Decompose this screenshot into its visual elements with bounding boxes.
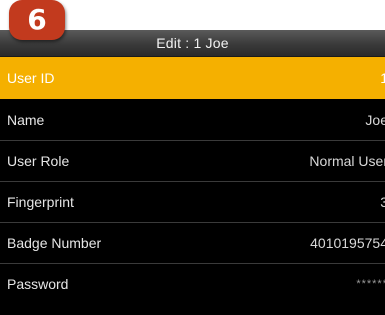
badge-number-label: Badge Number — [7, 234, 102, 251]
list-item-badge-number[interactable]: Badge Number 4010195754 — [0, 222, 385, 263]
list-item-user-id[interactable]: User ID 1 — [0, 57, 385, 99]
list-item-fingerprint[interactable]: Fingerprint 3 — [0, 181, 385, 222]
user-edit-list: User ID 1 Name Joe User Role Normal User… — [0, 57, 385, 304]
fingerprint-label: Fingerprint — [7, 193, 74, 210]
badge-number-value: 4010195754 — [310, 234, 385, 251]
user-id-label: User ID — [7, 70, 55, 86]
step-number: 6 — [27, 3, 47, 36]
fingerprint-value: 3 — [380, 193, 385, 210]
device-screen: Edit : 1 Joe User ID 1 Name Joe User Rol… — [0, 30, 385, 315]
list-item-user-role[interactable]: User Role Normal User — [0, 140, 385, 181]
user-id-value: 1 — [380, 70, 385, 86]
name-label: Name — [7, 111, 45, 128]
list-item-password[interactable]: Password ****** — [0, 263, 385, 304]
step-badge: 6 — [9, 0, 65, 40]
password-label: Password — [7, 275, 69, 292]
list-item-name[interactable]: Name Joe — [0, 99, 385, 140]
name-value: Joe — [365, 111, 385, 128]
password-value: ****** — [356, 277, 385, 290]
user-role-label: User Role — [7, 152, 70, 169]
user-role-value: Normal User — [309, 152, 385, 169]
